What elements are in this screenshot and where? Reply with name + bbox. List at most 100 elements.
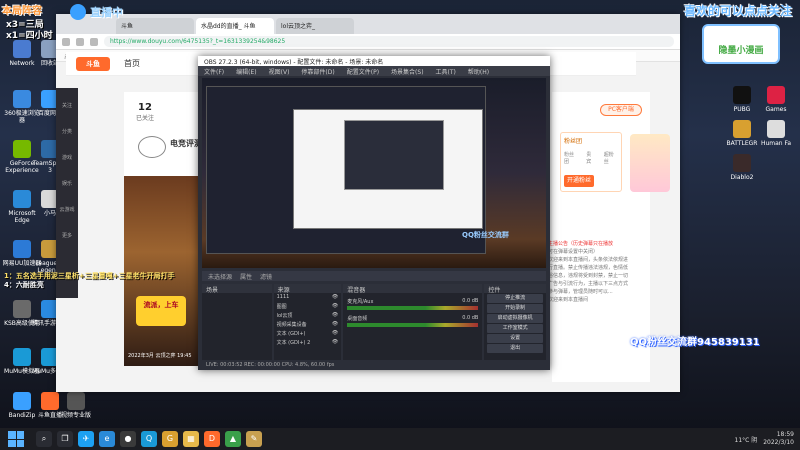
properties-button[interactable]: 属性: [240, 272, 252, 281]
source-name: 视频采集设备: [276, 322, 307, 328]
obs-menu-item[interactable]: 编辑(E): [236, 67, 256, 76]
weather-label[interactable]: 11°C 阴: [735, 435, 758, 444]
scenes-panel[interactable]: 场景: [202, 284, 272, 360]
follow-label: 已关注: [136, 115, 155, 122]
visibility-icon[interactable]: 👁: [332, 294, 338, 301]
sidebar-item[interactable]: 游戏: [56, 140, 78, 166]
desktop-shortcut[interactable]: Human Fa: [756, 120, 796, 147]
source-name: 1111: [276, 294, 290, 300]
source-row[interactable]: 视频采集设备 👁: [274, 320, 342, 329]
live-overlay: 直播中: [70, 4, 123, 20]
sidebar-item[interactable]: 分类: [56, 114, 78, 140]
anime-girl-image: [630, 134, 670, 192]
sidebar-item[interactable]: 娱乐: [56, 166, 78, 192]
url-input[interactable]: https://www.douyu.com/6475135?_t=1631339…: [104, 36, 674, 47]
clock[interactable]: 18:59 2022/3/10: [763, 431, 794, 447]
cartoon-face-icon: [138, 136, 166, 158]
sidebar-item[interactable]: 更多: [56, 218, 78, 244]
refresh-icon[interactable]: [90, 37, 98, 46]
channel-name: 麦克风/Aux: [347, 299, 374, 305]
browser-tab[interactable]: lol云顶之弈_: [276, 18, 354, 34]
windows-start-icon[interactable]: [8, 431, 24, 447]
preview-nested-obs: [344, 120, 444, 190]
rules-overlay: x3=三局 x1=四小时: [6, 20, 53, 42]
obs-source-toolbar: 未选择源 属性 滤镜: [202, 271, 546, 281]
obs-menu-item[interactable]: 工具(T): [436, 67, 456, 76]
douyu-logo[interactable]: 斗鱼: [76, 56, 110, 71]
visibility-icon[interactable]: 👁: [332, 330, 338, 337]
folder-icon[interactable]: ▦: [183, 431, 199, 447]
volume-meter[interactable]: [347, 323, 479, 327]
fans-tab[interactable]: 粉丝团: [564, 151, 578, 165]
game-icon[interactable]: ▲: [225, 431, 241, 447]
notice-subheading: 可在弹幕设置中关闭）: [548, 249, 599, 255]
source-row[interactable]: 文本 (GDI+) 👁: [274, 329, 342, 338]
app-icon: [733, 120, 751, 138]
shortcut-label: Diablo2: [730, 174, 754, 181]
source-name: 文本 (GDI+) 2: [276, 340, 311, 346]
filters-button[interactable]: 滤镜: [260, 272, 272, 281]
sidebar-item[interactable]: 关注: [56, 88, 78, 114]
obs-menu-item[interactable]: 停靠部件(D): [301, 67, 334, 76]
channel-db: 0.0 dB: [462, 298, 479, 304]
browser-tab[interactable]: 斗鱼: [116, 18, 194, 34]
video-thumbnail[interactable]: 流派，上车 2022年3月 云顶之弈 19:45: [124, 176, 204, 366]
chrome-icon[interactable]: G: [162, 431, 178, 447]
twitter-icon[interactable]: ✈: [78, 431, 94, 447]
douyu-icon[interactable]: D: [204, 431, 220, 447]
app-icon: [733, 154, 751, 172]
video-banner: 流派，上车: [136, 296, 186, 326]
forward-icon[interactable]: [76, 37, 84, 46]
fans-box: 粉丝团 粉丝团 贵宾 超粉丝 开通粉丝: [560, 132, 622, 192]
visibility-icon[interactable]: 👁: [332, 312, 338, 319]
obs-preview[interactable]: QQ粉丝交流群: [202, 78, 546, 268]
obs-control-button[interactable]: 启动虚拟摄像机: [487, 314, 543, 323]
nav-home[interactable]: 首页: [124, 58, 140, 69]
qq-icon[interactable]: Q: [141, 431, 157, 447]
task-view-icon[interactable]: ❐: [57, 431, 73, 447]
source-row[interactable]: 1111 👁: [274, 293, 342, 302]
source-row[interactable]: lol云顶 👁: [274, 311, 342, 320]
browser-tabs: 斗鱼 水晶dd的直播_ 斗鱼 lol云顶之弈_: [56, 14, 680, 34]
follow-overlay: 喜欢的可以点点关注: [683, 4, 792, 18]
search-icon[interactable]: ⌕: [36, 431, 52, 447]
visibility-icon[interactable]: 👁: [332, 303, 338, 310]
obs-icon[interactable]: ●: [120, 431, 136, 447]
live-icon: [70, 4, 86, 20]
mixer-header: 混音器: [343, 284, 483, 294]
sources-header: 来源: [273, 284, 342, 294]
fans-tab[interactable]: 贵宾: [586, 151, 596, 165]
obs-menu-item[interactable]: 场景集合(S): [391, 67, 424, 76]
obs-menu-item[interactable]: 帮助(H): [468, 67, 489, 76]
fans-tab[interactable]: 超粉丝: [604, 151, 618, 165]
source-row[interactable]: 图图 👁: [274, 302, 342, 311]
obs-control-button[interactable]: 设置: [487, 334, 543, 343]
visibility-icon[interactable]: 👁: [332, 339, 338, 346]
preview-nested-screen: [206, 86, 486, 254]
obs-menu-item[interactable]: 文件(F): [204, 67, 224, 76]
video-caption: 2022年3月 云顶之弈 19:45: [128, 353, 192, 359]
obs-menu-item[interactable]: 配置文件(P): [347, 67, 379, 76]
sidebar-item[interactable]: 云游戏: [56, 192, 78, 218]
back-icon[interactable]: [62, 37, 70, 46]
obs-control-button[interactable]: 工作室模式: [487, 324, 543, 333]
clock-time: 18:59: [776, 431, 794, 438]
open-fans-button[interactable]: 开通粉丝: [564, 175, 594, 187]
obs-control-button[interactable]: 退出: [487, 344, 543, 353]
edge-icon[interactable]: e: [99, 431, 115, 447]
pc-client-button[interactable]: PC客户端: [600, 104, 642, 116]
source-row[interactable]: 文本 (GDI+) 2 👁: [274, 338, 342, 347]
obs-control-button[interactable]: 开始录制: [487, 304, 543, 313]
tool-icon[interactable]: ✎: [246, 431, 262, 447]
app-icon: [67, 392, 85, 410]
obs-control-button[interactable]: 停止推流: [487, 294, 543, 303]
volume-meter[interactable]: [347, 306, 479, 310]
obs-menu-item[interactable]: 视图(V): [269, 67, 290, 76]
follow-count: 12: [138, 102, 152, 113]
desktop-shortcut[interactable]: 视频专业版: [56, 392, 96, 419]
desktop-shortcut[interactable]: Games: [756, 86, 796, 113]
desktop-shortcut[interactable]: Diablo2: [722, 154, 762, 181]
sign-overlay: 隐墨小漫画: [702, 24, 780, 64]
visibility-icon[interactable]: 👁: [332, 321, 338, 328]
browser-tab-active[interactable]: 水晶dd的直播_ 斗鱼: [196, 18, 274, 34]
